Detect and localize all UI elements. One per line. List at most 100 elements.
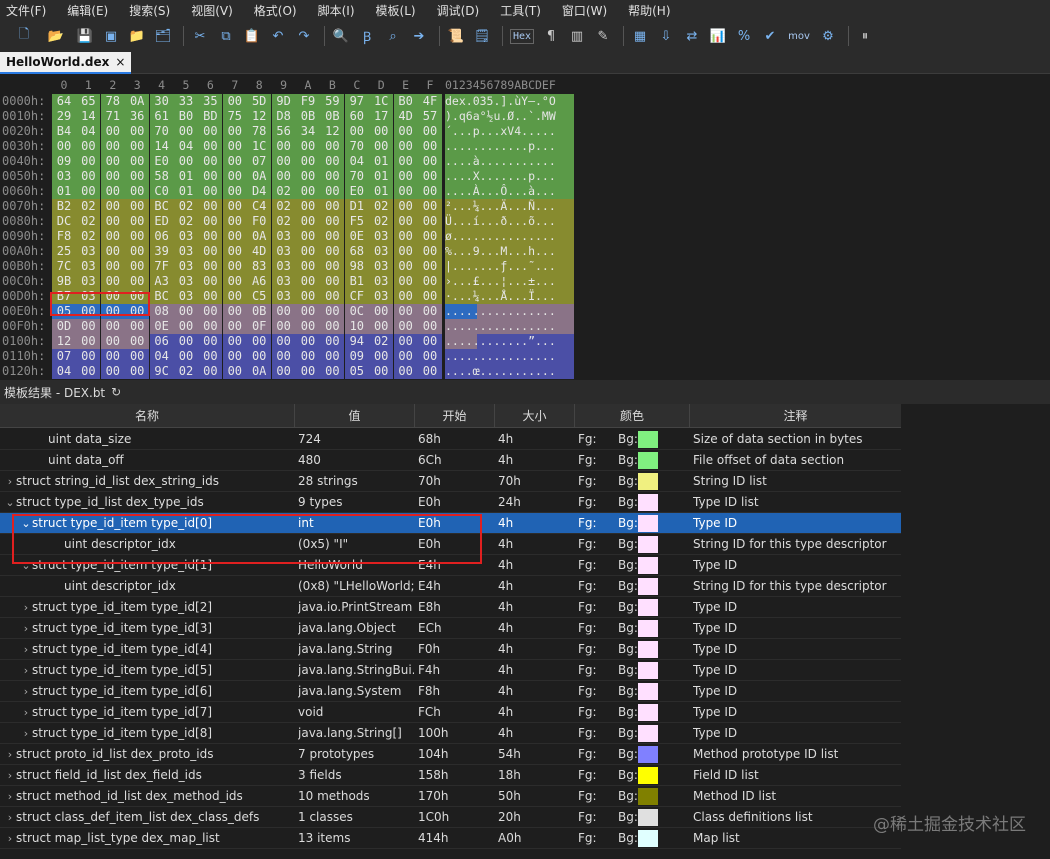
hex-byte[interactable]: 00 xyxy=(393,289,418,304)
hex-byte[interactable]: 01 xyxy=(174,169,198,184)
hex-byte[interactable]: F0 xyxy=(247,214,272,229)
hex-byte[interactable]: 00 xyxy=(222,169,247,184)
hex-byte[interactable]: 09 xyxy=(344,349,369,364)
hex-byte[interactable]: E0 xyxy=(344,184,369,199)
hex-byte[interactable]: B4 xyxy=(52,124,76,139)
hex-byte[interactable]: 00 xyxy=(418,259,442,274)
hex-byte[interactable]: 56 xyxy=(271,124,296,139)
hex-byte[interactable]: 00 xyxy=(296,334,320,349)
hex-byte[interactable]: 00 xyxy=(369,304,394,319)
hex-byte[interactable]: 00 xyxy=(222,364,247,379)
hex-byte[interactable]: 00 xyxy=(296,199,320,214)
hex-byte[interactable]: 00 xyxy=(222,214,247,229)
hex-byte[interactable]: C0 xyxy=(149,184,174,199)
hex-byte[interactable]: 02 xyxy=(369,199,394,214)
hex-byte[interactable]: D8 xyxy=(271,109,296,124)
close-icon[interactable]: × xyxy=(115,55,125,69)
hex-byte[interactable]: 29 xyxy=(52,109,76,124)
hex-byte[interactable]: 07 xyxy=(247,154,272,169)
hex-byte[interactable]: 75 xyxy=(222,109,247,124)
hex-byte[interactable]: 00 xyxy=(76,184,101,199)
hex-byte[interactable]: B1 xyxy=(344,274,369,289)
hex-byte[interactable]: 00 xyxy=(393,244,418,259)
color-swatch[interactable] xyxy=(638,494,658,511)
paste-icon[interactable]: 📋 xyxy=(241,25,263,47)
hex-byte[interactable]: 00 xyxy=(198,199,223,214)
hex-byte[interactable]: 00 xyxy=(198,169,223,184)
hex-byte[interactable]: 03 xyxy=(271,244,296,259)
save-icon[interactable]: 💾 xyxy=(74,25,96,47)
hex-byte[interactable]: 00 xyxy=(222,289,247,304)
color-swatch[interactable] xyxy=(638,641,658,658)
hex-byte[interactable]: 00 xyxy=(125,199,150,214)
chevron-right-icon[interactable]: › xyxy=(20,618,32,639)
pause-icon[interactable]: ⏸ xyxy=(854,25,876,47)
ascii-text[interactable]: dex.035.].ùY—.°O xyxy=(445,94,574,109)
hex-byte[interactable]: 00 xyxy=(271,304,296,319)
hex-byte[interactable]: 00 xyxy=(125,214,150,229)
hex-byte[interactable]: 01 xyxy=(369,184,394,199)
hex-byte[interactable]: 00 xyxy=(296,304,320,319)
ascii-text[interactable]: ....X.......p... xyxy=(445,169,574,184)
table-row[interactable]: › struct type_id_item type_id[3] java.lang… xyxy=(0,618,901,639)
hex-byte[interactable]: 00 xyxy=(393,169,418,184)
hex-byte[interactable]: B2 xyxy=(52,199,76,214)
hex-byte[interactable]: F9 xyxy=(296,94,320,109)
hex-byte[interactable]: 00 xyxy=(320,199,345,214)
hex-byte[interactable]: 9B xyxy=(52,274,76,289)
hex-byte[interactable]: 00 xyxy=(296,289,320,304)
table-row[interactable]: › struct type_id_item type_id[5] java.lang… xyxy=(0,660,901,681)
hex-byte[interactable]: 25 xyxy=(52,244,76,259)
hex-byte[interactable]: 65 xyxy=(76,94,101,109)
hex-byte[interactable]: 33 xyxy=(174,94,198,109)
hex-byte[interactable]: 00 xyxy=(296,139,320,154)
hex-byte[interactable]: 78 xyxy=(100,94,125,109)
hex-byte[interactable]: 59 xyxy=(320,94,345,109)
hex-byte[interactable]: 00 xyxy=(418,214,442,229)
hex-byte[interactable]: 00 xyxy=(198,304,223,319)
column-header-name[interactable]: 名称 xyxy=(0,404,295,428)
hex-byte[interactable]: 00 xyxy=(320,349,345,364)
hex-byte[interactable]: 00 xyxy=(125,184,150,199)
hex-byte[interactable]: 00 xyxy=(222,244,247,259)
chevron-right-icon[interactable]: › xyxy=(20,702,32,723)
hex-byte[interactable]: 00 xyxy=(174,304,198,319)
hex-byte[interactable]: 0B xyxy=(296,109,320,124)
checksum-icon[interactable]: ✔ xyxy=(759,25,781,47)
hex-byte[interactable]: C5 xyxy=(247,289,272,304)
table-row[interactable]: › struct field_id_list dex_field_ids 3 fie… xyxy=(0,765,901,786)
hex-byte[interactable]: 00 xyxy=(100,154,125,169)
hex-byte[interactable]: 03 xyxy=(271,229,296,244)
hex-byte[interactable]: 00 xyxy=(100,214,125,229)
redo-icon[interactable]: ↷ xyxy=(293,25,315,47)
hex-byte[interactable]: 00 xyxy=(296,244,320,259)
menu-item[interactable]: 编辑(E) xyxy=(67,2,108,19)
hex-byte[interactable]: 00 xyxy=(76,154,101,169)
hex-byte[interactable]: 00 xyxy=(100,244,125,259)
hex-byte[interactable]: 00 xyxy=(198,124,223,139)
color-swatch[interactable] xyxy=(638,431,658,448)
hex-byte[interactable]: 01 xyxy=(369,169,394,184)
hex-byte[interactable]: D4 xyxy=(247,184,272,199)
hex-byte[interactable]: BC xyxy=(149,199,174,214)
hex-byte[interactable]: 57 xyxy=(418,109,442,124)
ascii-text[interactable]: ²...¼...Ä...Ñ... xyxy=(445,199,574,214)
hex-byte[interactable]: 00 xyxy=(125,349,150,364)
hex-byte[interactable]: 0E xyxy=(149,319,174,334)
hex-byte[interactable]: 1C xyxy=(369,94,394,109)
hex-byte[interactable]: 05 xyxy=(344,364,369,379)
hex-byte[interactable]: 00 xyxy=(393,199,418,214)
hex-byte[interactable]: 0C xyxy=(344,304,369,319)
hex-byte[interactable]: 00 xyxy=(247,334,272,349)
hex-byte[interactable]: 00 xyxy=(76,319,101,334)
hex-byte[interactable]: 04 xyxy=(52,364,76,379)
hex-byte[interactable]: 00 xyxy=(198,334,223,349)
hex-byte[interactable]: 03 xyxy=(174,259,198,274)
hex-byte[interactable]: 00 xyxy=(393,364,418,379)
hex-byte[interactable]: 00 xyxy=(100,184,125,199)
hex-byte[interactable]: 00 xyxy=(198,259,223,274)
table-row[interactable]: › struct class_def_item_list dex_class_de… xyxy=(0,807,901,828)
hex-byte[interactable]: 00 xyxy=(222,349,247,364)
undo-icon[interactable]: ↶ xyxy=(267,25,289,47)
chevron-right-icon[interactable]: › xyxy=(4,471,16,492)
